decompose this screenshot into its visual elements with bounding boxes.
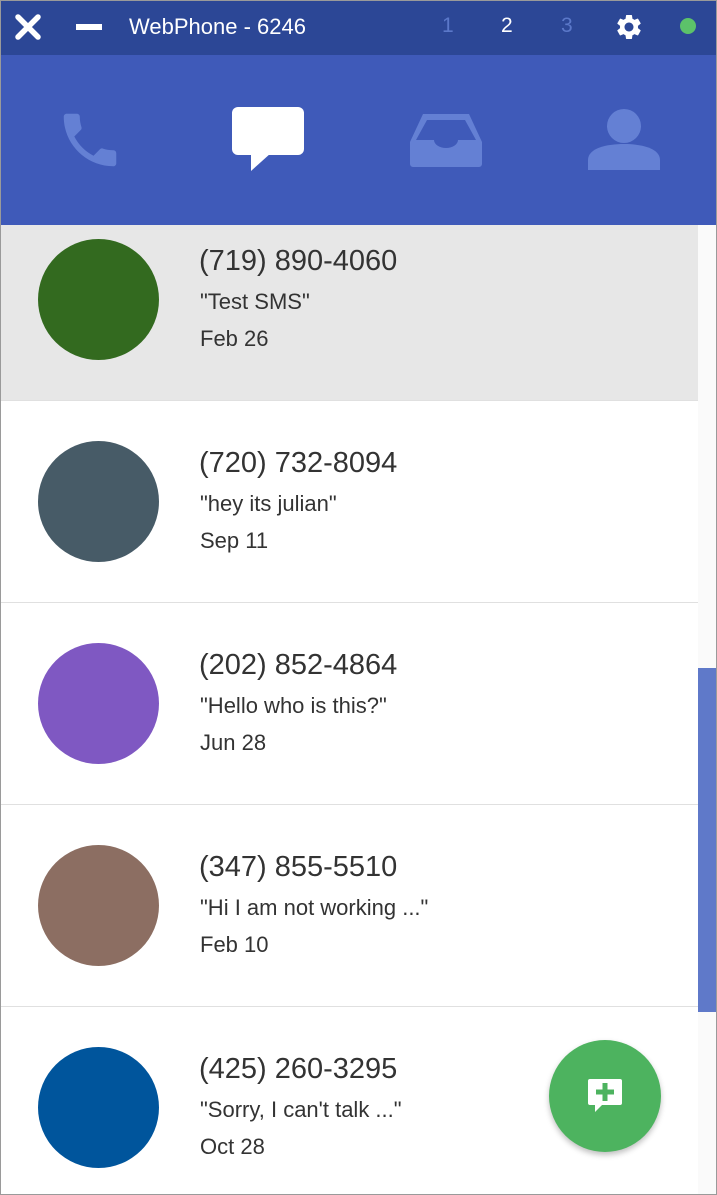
tab-inbox[interactable]: [357, 55, 535, 225]
message-date: Oct 28: [200, 1134, 265, 1159]
line-1-button[interactable]: 1: [442, 14, 454, 38]
message-date: Sep 11: [200, 528, 269, 553]
avatar: [38, 643, 159, 764]
avatar: [38, 1047, 159, 1168]
message-preview: "Test SMS": [200, 289, 310, 314]
person-icon: [588, 109, 660, 170]
gear-icon[interactable]: [614, 12, 644, 42]
new-message-icon: [588, 1079, 622, 1112]
contact-number: (719) 890-4060: [199, 245, 398, 277]
close-icon[interactable]: [13, 12, 43, 42]
status-indicator: [680, 18, 696, 34]
avatar: [38, 441, 159, 562]
webphone-window: WebPhone - 6246 1 2 3 (719) 890-4060 "Te…: [0, 0, 717, 1195]
scrollbar-thumb[interactable]: [698, 668, 716, 1012]
tab-messages[interactable]: [179, 55, 357, 225]
list-item[interactable]: (347) 855-5510 "Hi I am not working ..."…: [1, 805, 698, 1007]
avatar: [38, 845, 159, 966]
title-bar: WebPhone - 6246 1 2 3: [1, 1, 716, 55]
avatar: [38, 239, 159, 360]
tab-phone[interactable]: [1, 55, 179, 225]
contact-number: (347) 855-5510: [199, 851, 398, 883]
message-preview: "Hi I am not working ...": [200, 895, 429, 920]
inbox-tray-icon: [410, 114, 482, 167]
message-preview: "Sorry, I can't talk ...": [200, 1097, 402, 1122]
message-date: Feb 10: [200, 932, 269, 957]
message-date: Jun 28: [200, 730, 267, 755]
message-preview: "Hello who is this?": [200, 693, 387, 718]
chat-bubble-icon: [232, 107, 304, 171]
list-item[interactable]: (720) 732-8094 "hey its julian" Sep 11: [1, 401, 698, 603]
message-date: Feb 26: [200, 326, 269, 351]
line-3-button[interactable]: 3: [561, 14, 573, 38]
list-item[interactable]: (202) 852-4864 "Hello who is this?" Jun …: [1, 603, 698, 805]
contact-number: (720) 732-8094: [199, 447, 398, 479]
contact-number: (425) 260-3295: [199, 1053, 398, 1085]
tab-bar: [1, 55, 716, 225]
contact-number: (202) 852-4864: [199, 649, 398, 681]
tab-contacts[interactable]: [535, 55, 713, 225]
minimize-icon[interactable]: [75, 13, 103, 41]
list-item[interactable]: (719) 890-4060 "Test SMS" Feb 26: [1, 225, 698, 401]
scrollbar-track[interactable]: [698, 225, 716, 1194]
message-preview: "hey its julian": [200, 491, 337, 516]
window-title: WebPhone - 6246: [129, 14, 306, 39]
line-2-button[interactable]: 2: [501, 14, 513, 38]
new-message-button[interactable]: [549, 1040, 661, 1152]
phone-icon: [63, 113, 117, 167]
